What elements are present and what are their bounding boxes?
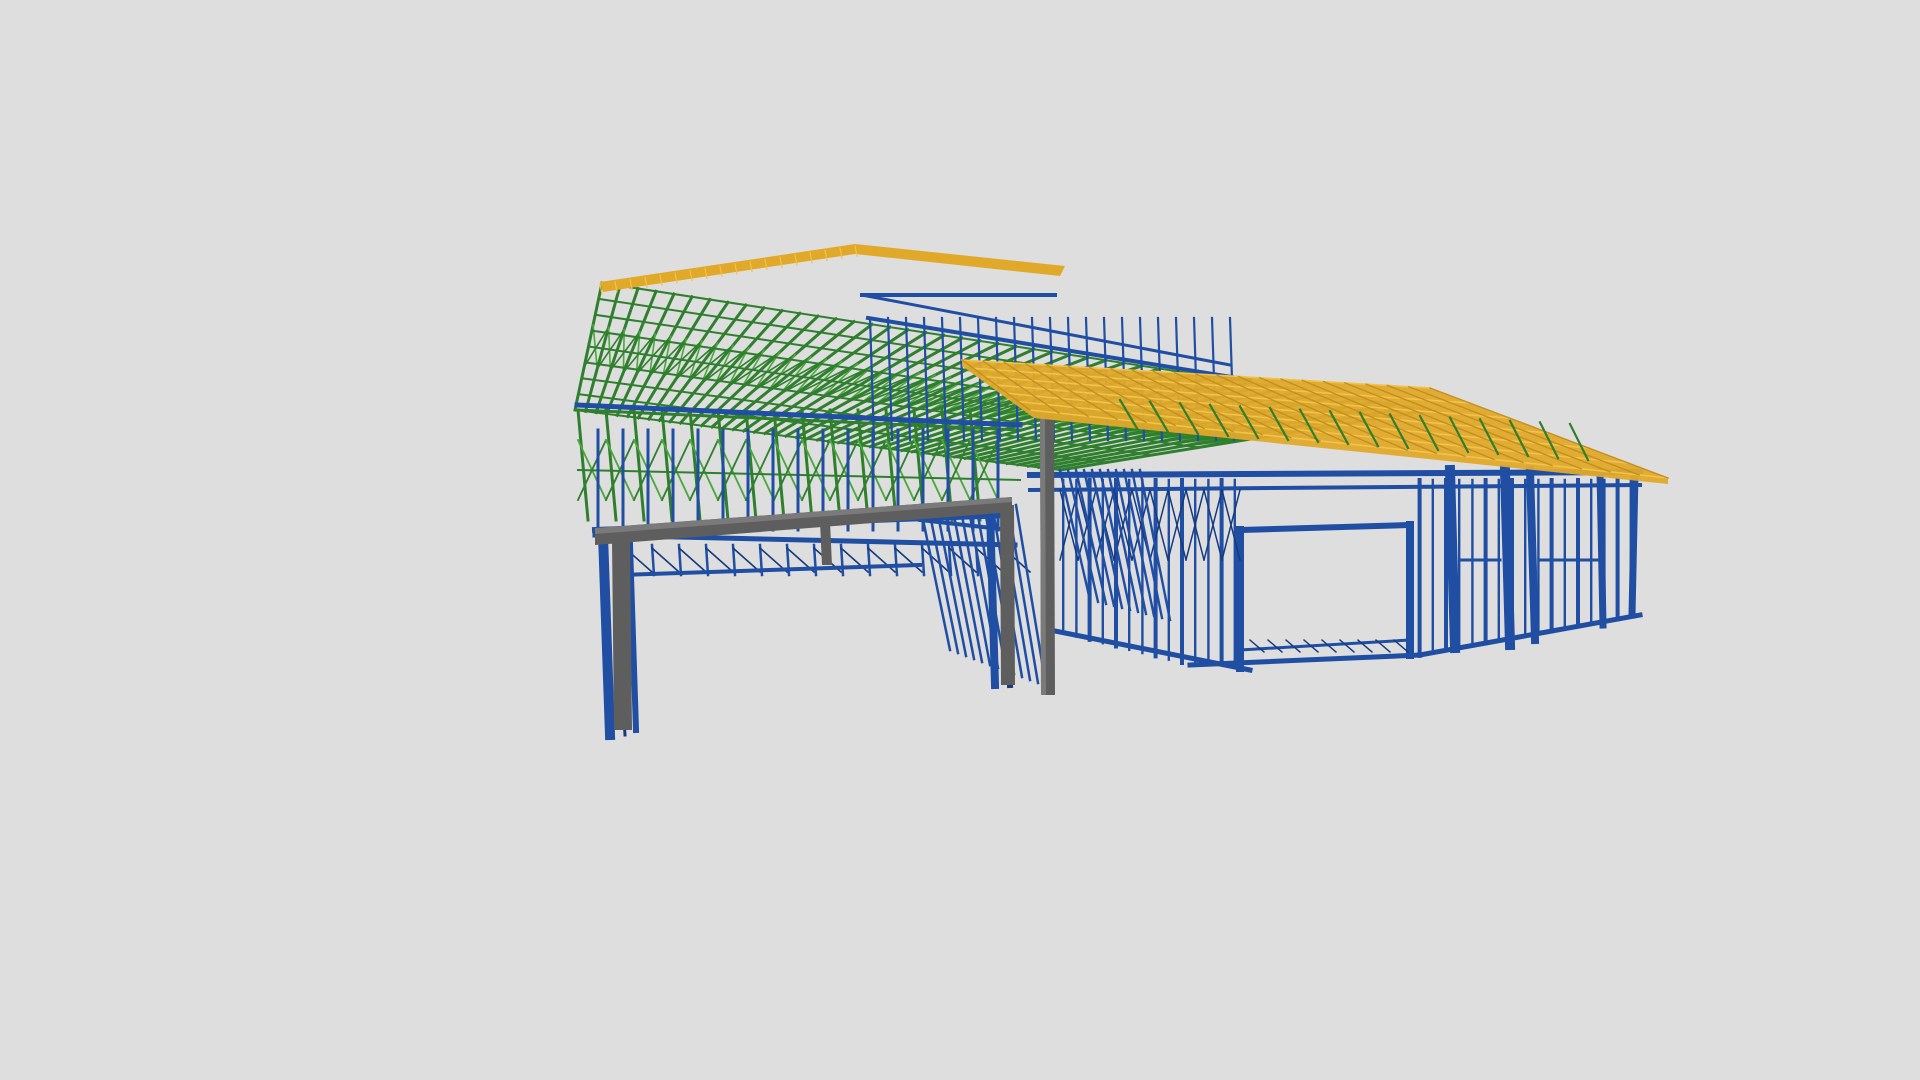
partition-stud <box>918 503 952 652</box>
partition-stud <box>942 503 976 661</box>
side-wall-stud <box>1106 468 1140 614</box>
wall-top-plate <box>1026 468 1644 479</box>
partition-post <box>985 505 1000 690</box>
roof-ridge-battens <box>600 244 1065 292</box>
opening-sill <box>1238 638 1412 652</box>
wall-bottom-plate <box>1187 652 1423 668</box>
steel-post-highlight <box>1040 410 1046 695</box>
3d-viewport[interactable] <box>0 0 1920 1080</box>
corner-post <box>1525 465 1540 645</box>
corner-post <box>1444 464 1461 654</box>
partition-stud <box>934 503 968 658</box>
wall-brace <box>704 546 735 574</box>
wall-brace <box>677 546 708 574</box>
opening-head <box>1236 521 1414 534</box>
truss-rafter <box>632 408 646 522</box>
wall-brace <box>650 546 681 574</box>
truss-rafter <box>604 408 618 522</box>
truss-rafter <box>800 408 814 522</box>
wall-brace <box>731 546 762 574</box>
steel-column <box>1000 505 1015 685</box>
wall-brace <box>893 546 924 574</box>
steel-frame-model[interactable] <box>0 0 1920 1080</box>
opening-brace <box>1339 639 1355 653</box>
partition-stud <box>950 503 984 664</box>
truss-rafter <box>576 408 590 522</box>
corner-post <box>1596 468 1607 629</box>
steel-stub <box>820 522 832 565</box>
opening-brace <box>1267 639 1283 653</box>
corner-post <box>1499 464 1516 651</box>
wall-bottom-plate <box>617 562 923 578</box>
corner-post <box>1628 471 1639 619</box>
wall-plate <box>1027 482 1643 493</box>
corner-post <box>597 529 616 741</box>
roof-battens-back <box>599 244 1065 295</box>
steel-column <box>612 540 632 730</box>
truss-rafter <box>772 408 786 522</box>
truss-rafter <box>660 408 674 522</box>
partition-stud <box>926 503 960 655</box>
